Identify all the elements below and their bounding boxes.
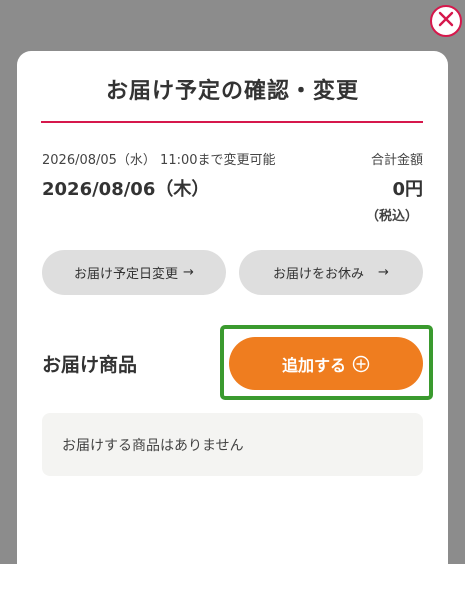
close-button[interactable] (430, 5, 462, 37)
arrow-right-icon: → (183, 265, 194, 280)
delivery-date: 2026/08/06（木） (42, 179, 210, 200)
delivery-dialog: お届け予定の確認・変更 2026/08/05（水） 11:00まで変更可能 20… (17, 51, 448, 611)
change-date-label: お届け予定日変更 (74, 267, 179, 282)
total-label: 合計金額 (370, 153, 423, 168)
change-deadline: 2026/08/05（水） 11:00まで変更可能 (42, 153, 276, 168)
change-date-button[interactable]: お届け予定日変更 → (42, 250, 226, 295)
skip-delivery-label: お届けをお休み (273, 267, 365, 282)
title-divider (41, 121, 423, 123)
tax-note: （税込） (365, 209, 418, 224)
products-section-title: お届け商品 (42, 354, 138, 376)
skip-delivery-button[interactable]: お届けをお休み → (239, 250, 423, 295)
add-product-label: 追加する (281, 355, 346, 375)
close-icon (438, 11, 454, 31)
empty-products-message: お届けする商品はありません (62, 438, 244, 454)
circle-plus-icon (352, 355, 370, 373)
add-product-button[interactable]: 追加する (229, 337, 423, 390)
empty-products-box: お届けする商品はありません (42, 413, 423, 476)
dialog-title: お届け予定の確認・変更 (105, 79, 359, 104)
total-amount: 0円 (392, 179, 423, 200)
arrow-right-icon: → (378, 265, 389, 280)
